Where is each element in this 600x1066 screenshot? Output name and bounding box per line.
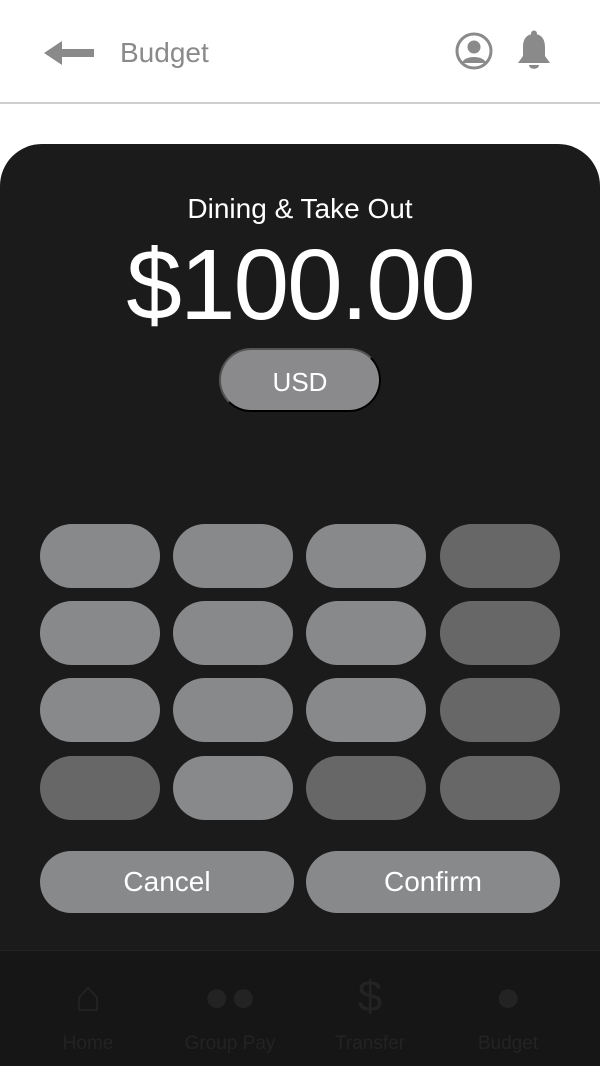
page-title: Budget bbox=[120, 37, 209, 68]
keypad-key[interactable] bbox=[440, 678, 560, 742]
keypad-key[interactable] bbox=[173, 756, 293, 820]
trophy-icon: ● bbox=[494, 972, 522, 1021]
app-header: Budget bbox=[0, 0, 600, 104]
keypad-key[interactable] bbox=[306, 678, 426, 742]
keypad-key[interactable] bbox=[40, 756, 160, 820]
currency-selector[interactable]: USD bbox=[219, 348, 381, 412]
keypad-key[interactable] bbox=[40, 678, 160, 742]
keypad-key[interactable] bbox=[173, 601, 293, 665]
user-circle-icon[interactable] bbox=[455, 32, 493, 70]
nav-item-group-pay[interactable]: ●● Group Pay bbox=[170, 971, 290, 1055]
keypad-key[interactable] bbox=[440, 756, 560, 820]
keypad-key[interactable] bbox=[306, 524, 426, 588]
keypad-key[interactable] bbox=[306, 756, 426, 820]
amount-display: $100.00 bbox=[126, 229, 475, 341]
confirm-button[interactable]: Confirm bbox=[306, 851, 560, 913]
cancel-button[interactable]: Cancel bbox=[40, 851, 294, 913]
arrow-left-icon[interactable] bbox=[44, 38, 96, 68]
dollar-icon: $ bbox=[357, 972, 383, 1021]
bell-icon[interactable] bbox=[514, 30, 554, 72]
amount-entry-modal: Dining & Take Out $100.00 USD Cancel Con… bbox=[0, 144, 600, 950]
keypad-key[interactable] bbox=[306, 601, 426, 665]
nav-label-budget: Budget bbox=[477, 1033, 539, 1054]
budget-category-label: Dining & Take Out bbox=[187, 193, 413, 224]
keypad-key[interactable] bbox=[173, 524, 293, 588]
nav-item-transfer[interactable]: $ Transfer bbox=[310, 971, 430, 1055]
home-icon: ⌂ bbox=[74, 972, 102, 1021]
bottom-nav: ⌂ Home ●● Group Pay $ Transfer ● Budget bbox=[0, 950, 600, 1066]
nav-label-transfer: Transfer bbox=[334, 1033, 406, 1054]
nav-label-home: Home bbox=[62, 1033, 114, 1054]
nav-item-budget[interactable]: ● Budget bbox=[448, 971, 568, 1055]
group-icon: ●● bbox=[203, 972, 257, 1021]
keypad-key[interactable] bbox=[440, 601, 560, 665]
keypad-key[interactable] bbox=[173, 678, 293, 742]
keypad-key[interactable] bbox=[40, 524, 160, 588]
nav-label-group-pay: Group Pay bbox=[184, 1033, 276, 1054]
keypad-key[interactable] bbox=[440, 524, 560, 588]
keypad bbox=[40, 524, 560, 820]
nav-item-home[interactable]: ⌂ Home bbox=[28, 971, 148, 1055]
keypad-key[interactable] bbox=[40, 601, 160, 665]
